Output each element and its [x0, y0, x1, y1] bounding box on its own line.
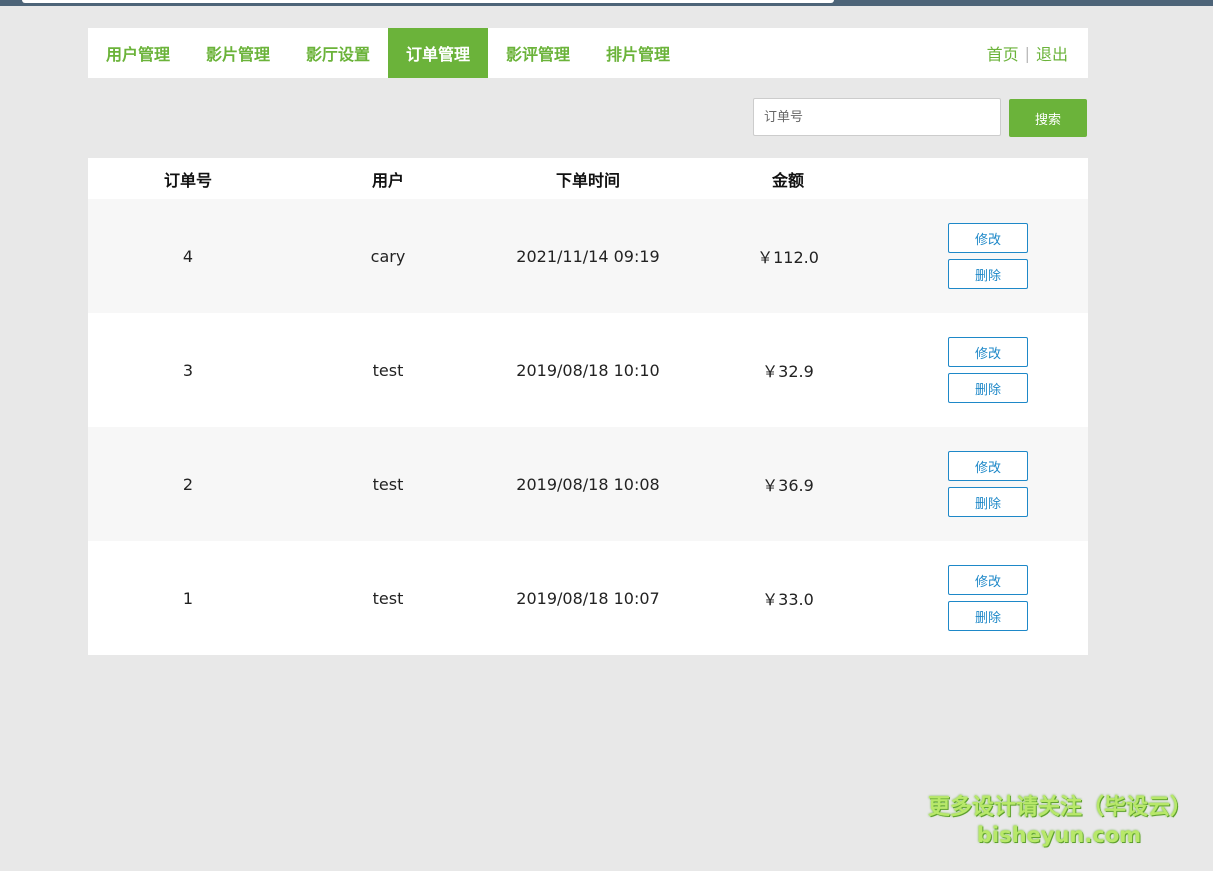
delete-button[interactable]: 删除: [948, 259, 1028, 289]
delete-button[interactable]: 删除: [948, 487, 1028, 517]
header-amount: 金额: [771, 170, 804, 190]
header-order-id: 订单号: [163, 170, 212, 190]
address-bar-edge: [22, 0, 834, 3]
nav-right-links: 首页 | 退出: [987, 28, 1088, 78]
orders-table: 订单号 用户 下单时间 金额 4 cary 2021/11/14 09:19 ￥…: [88, 158, 1088, 655]
header-user: 用户: [371, 170, 404, 190]
nav-item-halls[interactable]: 影厅设置: [288, 28, 388, 78]
browser-top-strip: [0, 0, 1213, 6]
top-nav: 用户管理 影片管理 影厅设置 订单管理 影评管理 排片管理 首页 | 退出: [88, 28, 1088, 78]
nav-separator: |: [1024, 43, 1030, 63]
cell-amount: ￥33.0: [762, 590, 814, 609]
cell-order-id: 2: [182, 474, 194, 494]
watermark-text: 更多设计请关注（毕设云）: [928, 795, 1193, 820]
table-row: 3 test 2019/08/18 10:10 ￥32.9 修改 删除: [88, 313, 1088, 427]
cell-amount: ￥112.0: [757, 248, 819, 267]
cell-order-time: 2019/08/18 10:08: [516, 474, 660, 494]
logout-link[interactable]: 退出: [1036, 41, 1068, 65]
edit-button[interactable]: 修改: [948, 223, 1028, 253]
nav-item-reviews[interactable]: 影评管理: [488, 28, 588, 78]
header-order-time: 下单时间: [555, 170, 620, 190]
cell-actions: 修改 删除: [888, 565, 1088, 631]
table-row: 2 test 2019/08/18 10:08 ￥36.9 修改 删除: [88, 427, 1088, 541]
cell-user: cary: [370, 246, 406, 266]
home-link[interactable]: 首页: [987, 41, 1019, 65]
cell-user: test: [372, 474, 404, 494]
table-header: 订单号 用户 下单时间 金额: [88, 158, 1088, 199]
cell-order-time: 2019/08/18 10:10: [516, 360, 660, 380]
cell-actions: 修改 删除: [888, 451, 1088, 517]
nav-item-films[interactable]: 影片管理: [188, 28, 288, 78]
cell-user: test: [372, 360, 404, 380]
cell-order-time: 2021/11/14 09:19: [516, 246, 660, 266]
cell-amount: ￥36.9: [762, 476, 814, 495]
nav-item-users[interactable]: 用户管理: [88, 28, 188, 78]
delete-button[interactable]: 删除: [948, 373, 1028, 403]
nav-item-orders[interactable]: 订单管理: [388, 28, 488, 78]
cell-order-id: 1: [182, 588, 194, 608]
watermark-domain: bisheyun.com: [976, 823, 1142, 847]
delete-button[interactable]: 删除: [948, 601, 1028, 631]
cell-order-id: 4: [182, 246, 194, 266]
cell-actions: 修改 删除: [888, 337, 1088, 403]
edit-button[interactable]: 修改: [948, 451, 1028, 481]
nav-item-schedule[interactable]: 排片管理: [588, 28, 688, 78]
search-button[interactable]: 搜索: [1009, 99, 1087, 137]
cell-actions: 修改 删除: [888, 223, 1088, 289]
edit-button[interactable]: 修改: [948, 565, 1028, 595]
edit-button[interactable]: 修改: [948, 337, 1028, 367]
table-row: 1 test 2019/08/18 10:07 ￥33.0 修改 删除: [88, 541, 1088, 655]
watermark: 更多设计请关注（毕设云） bisheyun.com: [928, 794, 1193, 848]
cell-order-time: 2019/08/18 10:07: [516, 588, 660, 608]
cell-amount: ￥32.9: [762, 362, 814, 381]
table-row: 4 cary 2021/11/14 09:19 ￥112.0 修改 删除: [88, 199, 1088, 313]
cell-order-id: 3: [182, 360, 194, 380]
cell-user: test: [372, 588, 404, 608]
order-search-input[interactable]: [753, 98, 1001, 136]
